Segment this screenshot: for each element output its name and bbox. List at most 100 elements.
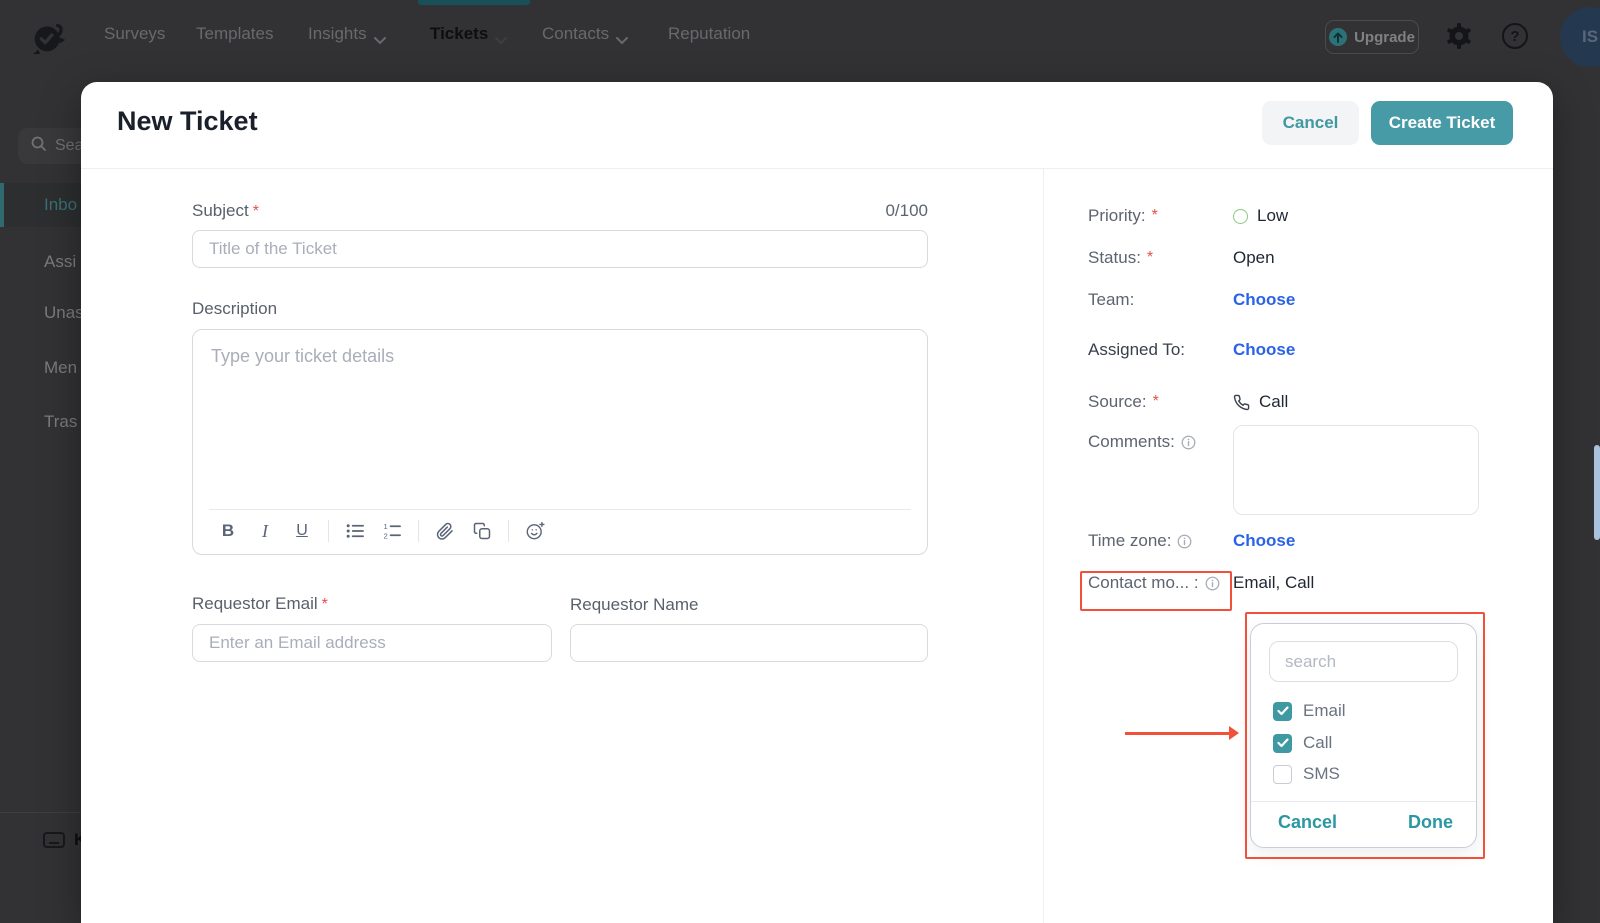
option-label: SMS xyxy=(1303,764,1340,783)
sidebar-item-assigned[interactable]: Assi xyxy=(0,240,81,284)
info-icon xyxy=(1205,576,1220,591)
assigned-to-choose-link[interactable]: Choose xyxy=(1233,337,1295,363)
annotation-arrow-head xyxy=(1229,726,1239,740)
contact-mode-value[interactable]: Email, Call xyxy=(1233,570,1314,596)
bold-icon[interactable]: B xyxy=(217,519,239,543)
keyboard-shortcuts-label: K xyxy=(74,830,81,849)
source-label: Source: * xyxy=(1088,392,1159,411)
team-row: Team: xyxy=(1088,287,1134,313)
requestor-name-input[interactable] xyxy=(570,624,928,662)
header-divider xyxy=(81,168,1553,169)
sidebar-item-label: Men xyxy=(44,358,78,377)
nav-item-templates[interactable]: Templates xyxy=(196,24,273,44)
team-choose-link[interactable]: Choose xyxy=(1233,287,1295,313)
nav-label: Templates xyxy=(196,24,274,43)
nav-item-tickets[interactable]: Tickets xyxy=(430,24,508,45)
assigned-to-row: Assigned To: xyxy=(1088,337,1185,363)
checkbox-checked-icon[interactable] xyxy=(1273,701,1292,721)
nav-item-contacts[interactable]: Contacts xyxy=(542,24,629,45)
nav-item-reputation[interactable]: Reputation xyxy=(668,24,750,44)
nav-label: Reputation xyxy=(668,24,751,43)
required-asterisk: * xyxy=(252,203,259,220)
checkbox-checked-icon[interactable] xyxy=(1273,733,1292,753)
sidebar-item-label: Assi xyxy=(44,252,77,271)
search-icon xyxy=(31,136,46,156)
sidebar-item-inbox[interactable]: Inbo xyxy=(0,183,81,227)
dropdown-done-button[interactable]: Done xyxy=(1408,812,1453,833)
comments-textarea[interactable] xyxy=(1233,425,1479,515)
status-row: Status: * xyxy=(1088,245,1153,271)
requestor-email-input[interactable] xyxy=(192,624,552,662)
chevron-down-icon xyxy=(373,30,386,45)
timezone-choose-link[interactable]: Choose xyxy=(1233,528,1295,554)
required-asterisk: * xyxy=(1151,207,1158,224)
status-value[interactable]: Open xyxy=(1233,245,1275,271)
timezone-label: Time zone: xyxy=(1088,531,1192,551)
nav-item-surveys[interactable]: Surveys xyxy=(104,24,165,44)
sidebar-item-trash[interactable]: Tras xyxy=(0,400,81,444)
panel-divider xyxy=(1043,169,1044,923)
annotation-arrow xyxy=(1125,732,1231,735)
nav-label: Contacts xyxy=(542,24,610,43)
active-tab-indicator xyxy=(418,0,530,5)
canned-response-icon[interactable] xyxy=(471,519,493,543)
rich-text-toolbar: B I U 12 xyxy=(217,515,546,547)
nav-label: Insights xyxy=(308,24,367,43)
sidebar-item-unassigned[interactable]: Unas xyxy=(0,291,81,335)
option-label: Call xyxy=(1303,733,1333,752)
dropdown-option-email[interactable]: Email xyxy=(1273,699,1346,723)
priority-row: Priority: * xyxy=(1088,203,1158,229)
subject-input[interactable] xyxy=(192,230,928,268)
new-ticket-modal: New Ticket Cancel Create Ticket Subject *… xyxy=(81,82,1553,923)
attachment-icon[interactable] xyxy=(434,519,456,543)
underline-icon[interactable]: U xyxy=(291,519,313,543)
scrollbar-thumb[interactable] xyxy=(1594,445,1600,540)
svg-text:2: 2 xyxy=(383,532,387,540)
sidebar-item-label: Tras xyxy=(44,412,78,431)
create-ticket-button[interactable]: Create Ticket xyxy=(1371,101,1513,145)
keyboard-shortcuts[interactable]: K xyxy=(43,830,81,850)
sidebar-item-mentions[interactable]: Men xyxy=(0,346,81,390)
avatar-initials: IS xyxy=(1581,27,1599,46)
subject-label: Subject * xyxy=(192,201,259,220)
upgrade-button[interactable]: Upgrade xyxy=(1325,20,1419,54)
italic-icon[interactable]: I xyxy=(254,519,276,543)
nav-item-insights[interactable]: Insights xyxy=(308,24,386,45)
dropdown-option-sms[interactable]: SMS xyxy=(1273,762,1340,786)
brand-logo-icon[interactable] xyxy=(26,13,72,64)
avatar[interactable]: IS xyxy=(1560,7,1600,67)
nav-label: Surveys xyxy=(104,24,166,43)
dropdown-option-call[interactable]: Call xyxy=(1273,731,1332,755)
contact-mode-dropdown: Email Call SMS Cancel Done xyxy=(1250,623,1477,848)
sidebar: Sea Inbo Assi Unas Men Tras K xyxy=(0,74,81,923)
app-screen: Surveys Templates Insights Tickets Conta… xyxy=(0,0,1600,923)
dropdown-search-input[interactable] xyxy=(1269,641,1458,682)
emoji-icon[interactable] xyxy=(524,519,546,543)
upgrade-label: Upgrade xyxy=(1354,28,1415,46)
subject-label-row: Subject * 0/100 xyxy=(192,201,928,221)
toolbar-divider xyxy=(209,509,911,510)
required-asterisk: * xyxy=(1146,249,1154,266)
dropdown-cancel-button[interactable]: Cancel xyxy=(1278,812,1337,833)
description-editor[interactable]: Type your ticket details B I U 12 xyxy=(192,329,928,555)
checkbox-unchecked-icon[interactable] xyxy=(1273,764,1292,784)
team-label: Team: xyxy=(1088,290,1135,309)
requestor-email-label: Requestor Email * xyxy=(192,594,328,613)
description-label: Description xyxy=(192,299,278,318)
subject-char-counter: 0/100 xyxy=(885,201,928,220)
settings-gear-icon[interactable] xyxy=(1445,22,1473,55)
numbered-list-icon[interactable]: 12 xyxy=(381,519,403,543)
toolbar-separator xyxy=(508,520,509,542)
bullet-list-icon[interactable] xyxy=(344,519,366,543)
sidebar-search-input[interactable]: Sea xyxy=(18,128,81,164)
cancel-button[interactable]: Cancel xyxy=(1262,101,1359,145)
contact-mode-label: Contact mo... : xyxy=(1088,573,1220,593)
sidebar-divider xyxy=(0,812,81,813)
source-value[interactable]: Call xyxy=(1233,389,1288,415)
sidebar-search-text: Sea xyxy=(55,137,81,154)
dropdown-footer-divider xyxy=(1251,801,1476,802)
priority-value[interactable]: Low xyxy=(1233,203,1288,229)
help-icon[interactable]: ? xyxy=(1502,23,1528,49)
nav-label: Tickets xyxy=(430,24,489,43)
required-asterisk: * xyxy=(321,596,328,613)
